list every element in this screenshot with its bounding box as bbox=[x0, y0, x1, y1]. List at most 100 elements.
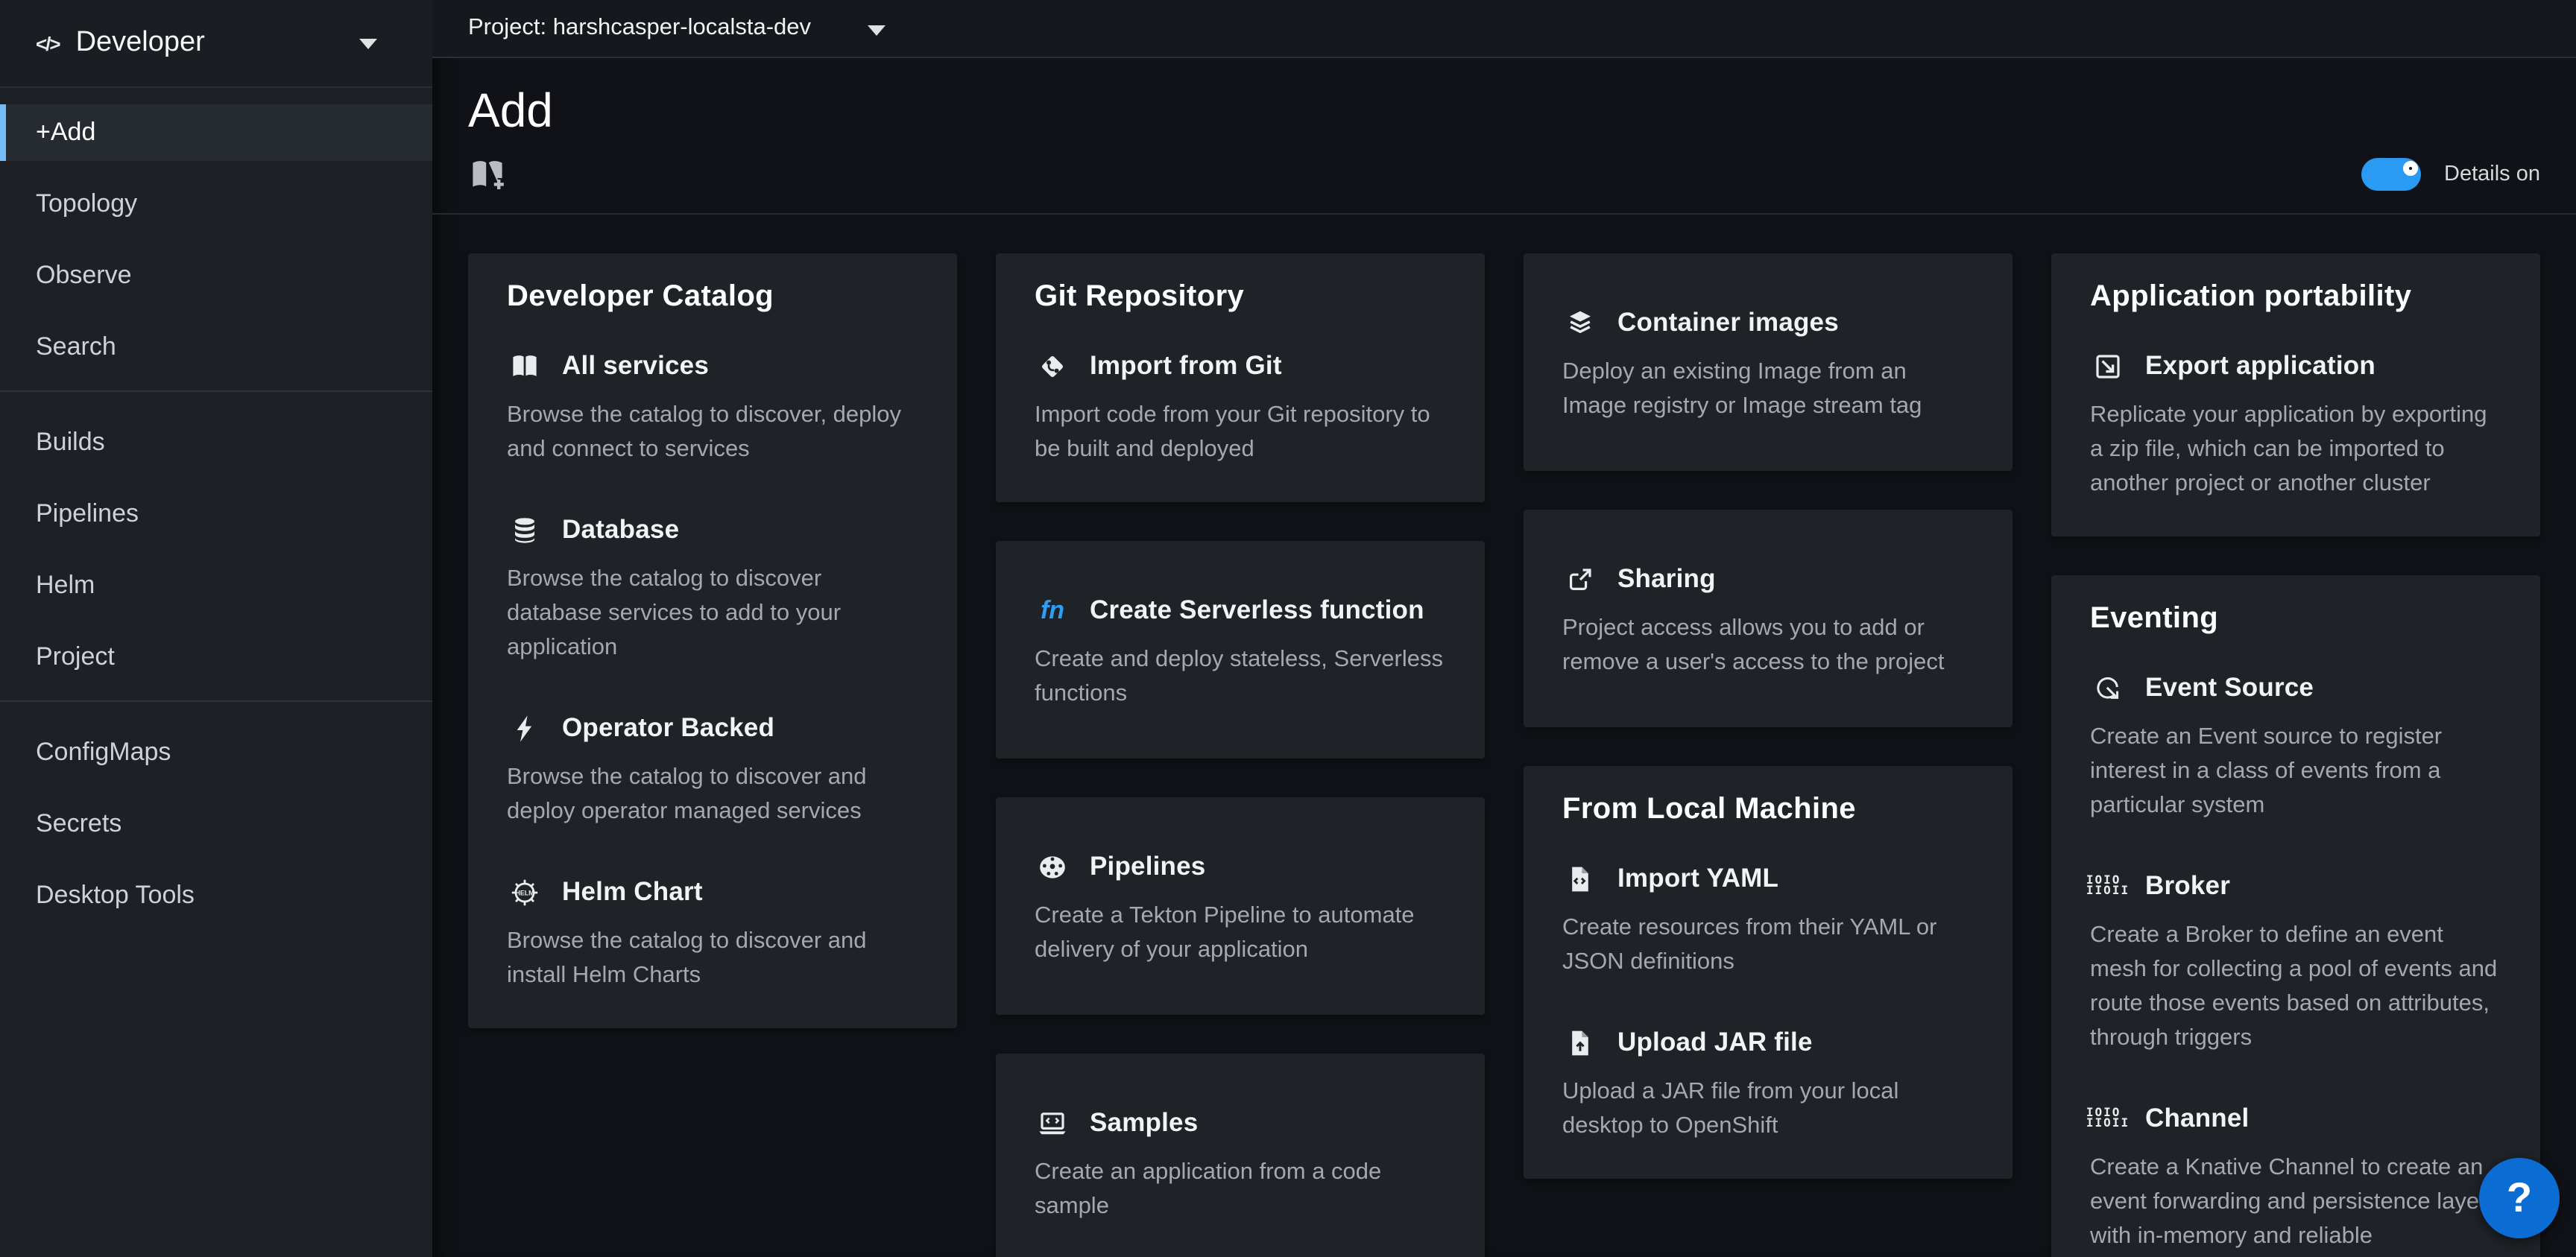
item-description: Browse the catalog to discover database … bbox=[507, 562, 918, 665]
card-column-1: Developer CatalogAll servicesBrowse the … bbox=[468, 253, 957, 1028]
card-from-local-machine: From Local Machine Import YAMLCreate reso… bbox=[1524, 766, 2012, 1179]
sidebar-item-project[interactable]: Project bbox=[0, 629, 432, 686]
helm-wheel-icon: HELM bbox=[507, 877, 543, 907]
add-item-container-images[interactable]: Container images Deploy an existing Image… bbox=[1562, 307, 1974, 423]
item-description: Project access allows you to add or remo… bbox=[1562, 611, 1974, 680]
add-item-pipelines[interactable]: Pipelines Create a Tekton Pipeline to aut… bbox=[1035, 851, 1446, 967]
item-description: Import code from your Git repository to … bbox=[1035, 398, 1446, 466]
chevron-down-icon bbox=[359, 38, 377, 48]
item-label: Container images bbox=[1617, 307, 1839, 338]
card-title: Eventing bbox=[2090, 602, 2501, 636]
item-description: Create and deploy stateless, Serverless … bbox=[1035, 642, 1446, 711]
item-description: Browse the catalog to discover and deplo… bbox=[507, 760, 918, 829]
event-source-icon bbox=[2090, 673, 2126, 703]
sidebar-item-add[interactable]: +Add bbox=[0, 104, 432, 161]
item-description: Browse the catalog to discover and insta… bbox=[507, 924, 918, 992]
card-eventing: Eventing Event SourceCreate an Event sour… bbox=[2051, 575, 2540, 1257]
add-item-all-services[interactable]: All servicesBrowse the catalog to discov… bbox=[507, 350, 918, 466]
add-item-operator-backed[interactable]: Operator Backed Browse the catalog to dis… bbox=[507, 712, 918, 829]
sidebar-item-pipelines[interactable]: Pipelines bbox=[0, 486, 432, 542]
item-description: Deploy an existing Image from an Image r… bbox=[1562, 355, 1974, 423]
project-bar: Project: harshcasper-localsta-dev bbox=[432, 0, 2576, 58]
add-item-create-serverless-function[interactable]: fn Create Serverless function Create and d… bbox=[1035, 595, 1446, 711]
channel-binary-icon: IOIOIIOII bbox=[2090, 1109, 2126, 1128]
add-item-import-yaml[interactable]: Import YAMLCreate resources from their Y… bbox=[1562, 863, 1974, 979]
card-title: From Local Machine bbox=[1562, 793, 1974, 827]
details-toggle-label: Details on bbox=[2444, 162, 2540, 186]
add-item-database[interactable]: DatabaseBrowse the catalog to discover d… bbox=[507, 514, 918, 665]
item-label: Sharing bbox=[1617, 563, 1716, 595]
perspective-switcher[interactable]: </> Developer bbox=[0, 0, 432, 88]
share-icon bbox=[1562, 564, 1598, 594]
git-icon bbox=[1035, 351, 1070, 381]
broker-binary-icon: IOIOIIOII bbox=[2090, 876, 2126, 896]
item-description: Create resources from their YAML or JSON… bbox=[1562, 911, 1974, 979]
details-toggle-switch[interactable] bbox=[2361, 158, 2420, 191]
page-header: Add Details on bbox=[432, 58, 2576, 215]
help-button[interactable]: ? bbox=[2479, 1158, 2560, 1238]
item-label: Pipelines bbox=[1090, 851, 1206, 882]
sidebar-nav: +Add Topology Observe Search Builds Pipelines… bbox=[0, 88, 432, 924]
chevron-down-icon bbox=[868, 25, 886, 35]
sidebar-item-search[interactable]: Search bbox=[0, 319, 432, 376]
item-label: Samples bbox=[1090, 1107, 1198, 1139]
add-item-export-application[interactable]: Export applicationReplicate your applica… bbox=[2090, 350, 2501, 501]
serverless-fn-icon: fn bbox=[1035, 595, 1070, 625]
card-samples: SamplesCreate an application from a code… bbox=[996, 1054, 1485, 1257]
item-label: Import from Git bbox=[1090, 350, 1282, 381]
add-item-event-source[interactable]: Event SourceCreate an Event source to re… bbox=[2090, 672, 2501, 823]
toggle-knob bbox=[2402, 161, 2417, 176]
samples-laptop-icon bbox=[1035, 1108, 1070, 1138]
item-description: Create a Tekton Pipeline to automate del… bbox=[1035, 899, 1446, 967]
add-item-sharing[interactable]: Sharing Project access allows you to add … bbox=[1562, 563, 1974, 680]
sidebar: </> Developer +Add Topology Observe Search B… bbox=[0, 0, 432, 1257]
open-book-icon bbox=[507, 351, 543, 381]
project-selector-label: Project: harshcasper-localsta-dev bbox=[468, 15, 811, 42]
sidebar-item-builds[interactable]: Builds bbox=[0, 414, 432, 471]
add-item-channel[interactable]: IOIOIIOII Channel Create a Knative Channel… bbox=[2090, 1103, 2501, 1253]
item-label: Operator Backed bbox=[562, 712, 774, 744]
container-layers-icon bbox=[1562, 308, 1598, 338]
card-pipelines: Pipelines Create a Tekton Pipeline to aut… bbox=[996, 797, 1485, 1015]
perspective-label: Developer bbox=[76, 27, 359, 60]
add-item-upload-jar-file[interactable]: Upload JAR fileUpload a JAR file from yo… bbox=[1562, 1027, 1974, 1143]
details-toggle-group: Details on bbox=[2361, 158, 2540, 191]
item-label: Helm Chart bbox=[562, 876, 703, 908]
sidebar-divider bbox=[0, 390, 432, 392]
svg-text:HELM: HELM bbox=[516, 888, 534, 896]
project-selector[interactable]: Project: harshcasper-localsta-dev bbox=[468, 15, 886, 42]
sidebar-item-topology[interactable]: Topology bbox=[0, 176, 432, 232]
item-description: Create a Broker to define an event mesh … bbox=[2090, 918, 2501, 1055]
card-create-serverless-function: fn Create Serverless function Create and d… bbox=[996, 541, 1485, 759]
add-cards-grid: Developer CatalogAll servicesBrowse the … bbox=[432, 215, 2576, 1257]
item-label: Channel bbox=[2145, 1103, 2249, 1134]
card-column-4: Application portability Export applicatio… bbox=[2051, 253, 2540, 1257]
item-label: Create Serverless function bbox=[1090, 595, 1424, 626]
tekton-pipelines-icon bbox=[1035, 852, 1070, 881]
item-description: Create a Knative Channel to create an ev… bbox=[2090, 1150, 2501, 1253]
item-description: Browse the catalog to discover, deploy a… bbox=[507, 398, 918, 466]
app-root: </> Developer +Add Topology Observe Search B… bbox=[0, 0, 2576, 1257]
card-column-2: Git Repository Import from Git Import code… bbox=[996, 253, 1485, 1257]
item-label: Event Source bbox=[2145, 672, 2314, 703]
card-title: Git Repository bbox=[1035, 280, 1446, 314]
add-item-broker[interactable]: IOIOIIOII Broker Create a Broker to define… bbox=[2090, 870, 2501, 1055]
sidebar-divider bbox=[0, 700, 432, 702]
add-item-helm-chart[interactable]: HELM Helm Chart Browse the catalog to disc… bbox=[507, 876, 918, 992]
sidebar-item-secrets[interactable]: Secrets bbox=[0, 796, 432, 852]
file-code-icon bbox=[1562, 864, 1598, 893]
card-column-3: Container images Deploy an existing Image… bbox=[1524, 253, 2012, 1179]
card-git-repository: Git Repository Import from Git Import code… bbox=[996, 253, 1485, 502]
file-upload-icon bbox=[1562, 1028, 1598, 1057]
sidebar-item-configmaps[interactable]: ConfigMaps bbox=[0, 724, 432, 781]
card-title: Application portability bbox=[2090, 280, 2501, 314]
sidebar-item-observe[interactable]: Observe bbox=[0, 247, 432, 304]
item-label: Export application bbox=[2145, 350, 2375, 381]
add-item-samples[interactable]: SamplesCreate an application from a code… bbox=[1035, 1107, 1446, 1223]
sidebar-item-helm[interactable]: Helm bbox=[0, 557, 432, 614]
item-label: Upload JAR file bbox=[1617, 1027, 1813, 1058]
sidebar-item-desktop-tools[interactable]: Desktop Tools bbox=[0, 867, 432, 924]
item-label: Broker bbox=[2145, 870, 2230, 902]
add-item-import-from-git[interactable]: Import from Git Import code from your Git… bbox=[1035, 350, 1446, 466]
quickstarts-book-plus-icon[interactable] bbox=[468, 156, 507, 192]
